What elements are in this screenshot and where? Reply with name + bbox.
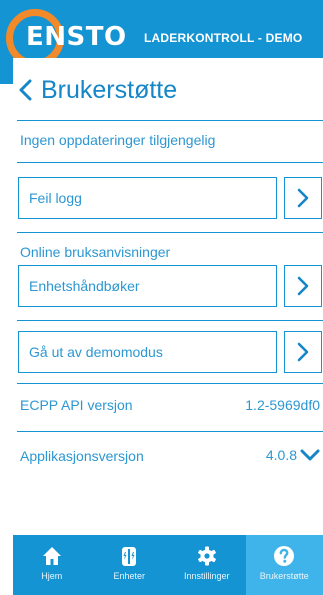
nav-item-innstillinger[interactable]: Innstillinger (168, 535, 246, 595)
nav-item-enheter[interactable]: Enheter (91, 535, 169, 595)
nav-label: Innstillinger (183, 571, 230, 581)
page-title: Brukerstøtte (41, 75, 178, 104)
app-version-toggle[interactable]: 4.0.8 (266, 447, 320, 463)
manuals-section-label: Online bruksanvisninger (20, 244, 171, 260)
error-log-arrow-button[interactable] (284, 177, 322, 219)
manuals-label: Enhetshåndbøker (29, 278, 140, 294)
chevron-down-icon (300, 449, 320, 461)
error-log-button[interactable]: Feil logg (18, 177, 277, 219)
nav-item-brukerstotte[interactable]: Brukerstøtte (245, 535, 323, 595)
gear-icon (197, 546, 216, 566)
divider (17, 120, 323, 121)
api-version-value: 1.2-5969df0 (245, 397, 320, 413)
nav-label: Brukerstøtte (259, 571, 309, 581)
nav-label: Hjem (41, 571, 63, 581)
exit-demo-arrow-button[interactable] (284, 331, 322, 373)
nav-label: Enheter (113, 571, 146, 581)
charger-icon (122, 547, 137, 566)
divider (17, 320, 323, 321)
back-button[interactable]: Brukerstøtte (17, 74, 177, 106)
app-version-value: 4.0.8 (265, 447, 297, 463)
help-icon (274, 546, 295, 566)
chevron-right-icon (297, 188, 309, 208)
updates-status: Ingen oppdateringer tilgjengelig (20, 132, 216, 148)
api-version-label: ECPP API versjon (20, 397, 133, 413)
bottom-navigation: Hjem Enheter Innstillinger Brukerstøtte (13, 535, 323, 595)
manuals-arrow-button[interactable] (284, 265, 322, 307)
chevron-right-icon (297, 342, 309, 362)
manuals-button[interactable]: Enhetshåndbøker (18, 265, 277, 307)
divider (17, 383, 323, 384)
app-version-label: Applikasjonsversjon (20, 448, 144, 464)
error-log-label: Feil logg (29, 190, 82, 206)
home-icon (42, 547, 61, 565)
chevron-left-icon (19, 79, 32, 101)
divider (17, 431, 323, 432)
nav-item-hjem[interactable]: Hjem (13, 535, 91, 595)
exit-demo-button[interactable]: Gå ut av demomodus (18, 331, 277, 373)
exit-demo-label: Gå ut av demomodus (29, 344, 163, 360)
divider (17, 162, 323, 163)
chevron-right-icon (297, 276, 309, 296)
brand-logo: ENSTO (26, 22, 127, 52)
divider (17, 232, 323, 233)
app-title: LADERKONTROLL - DEMO (144, 31, 303, 45)
